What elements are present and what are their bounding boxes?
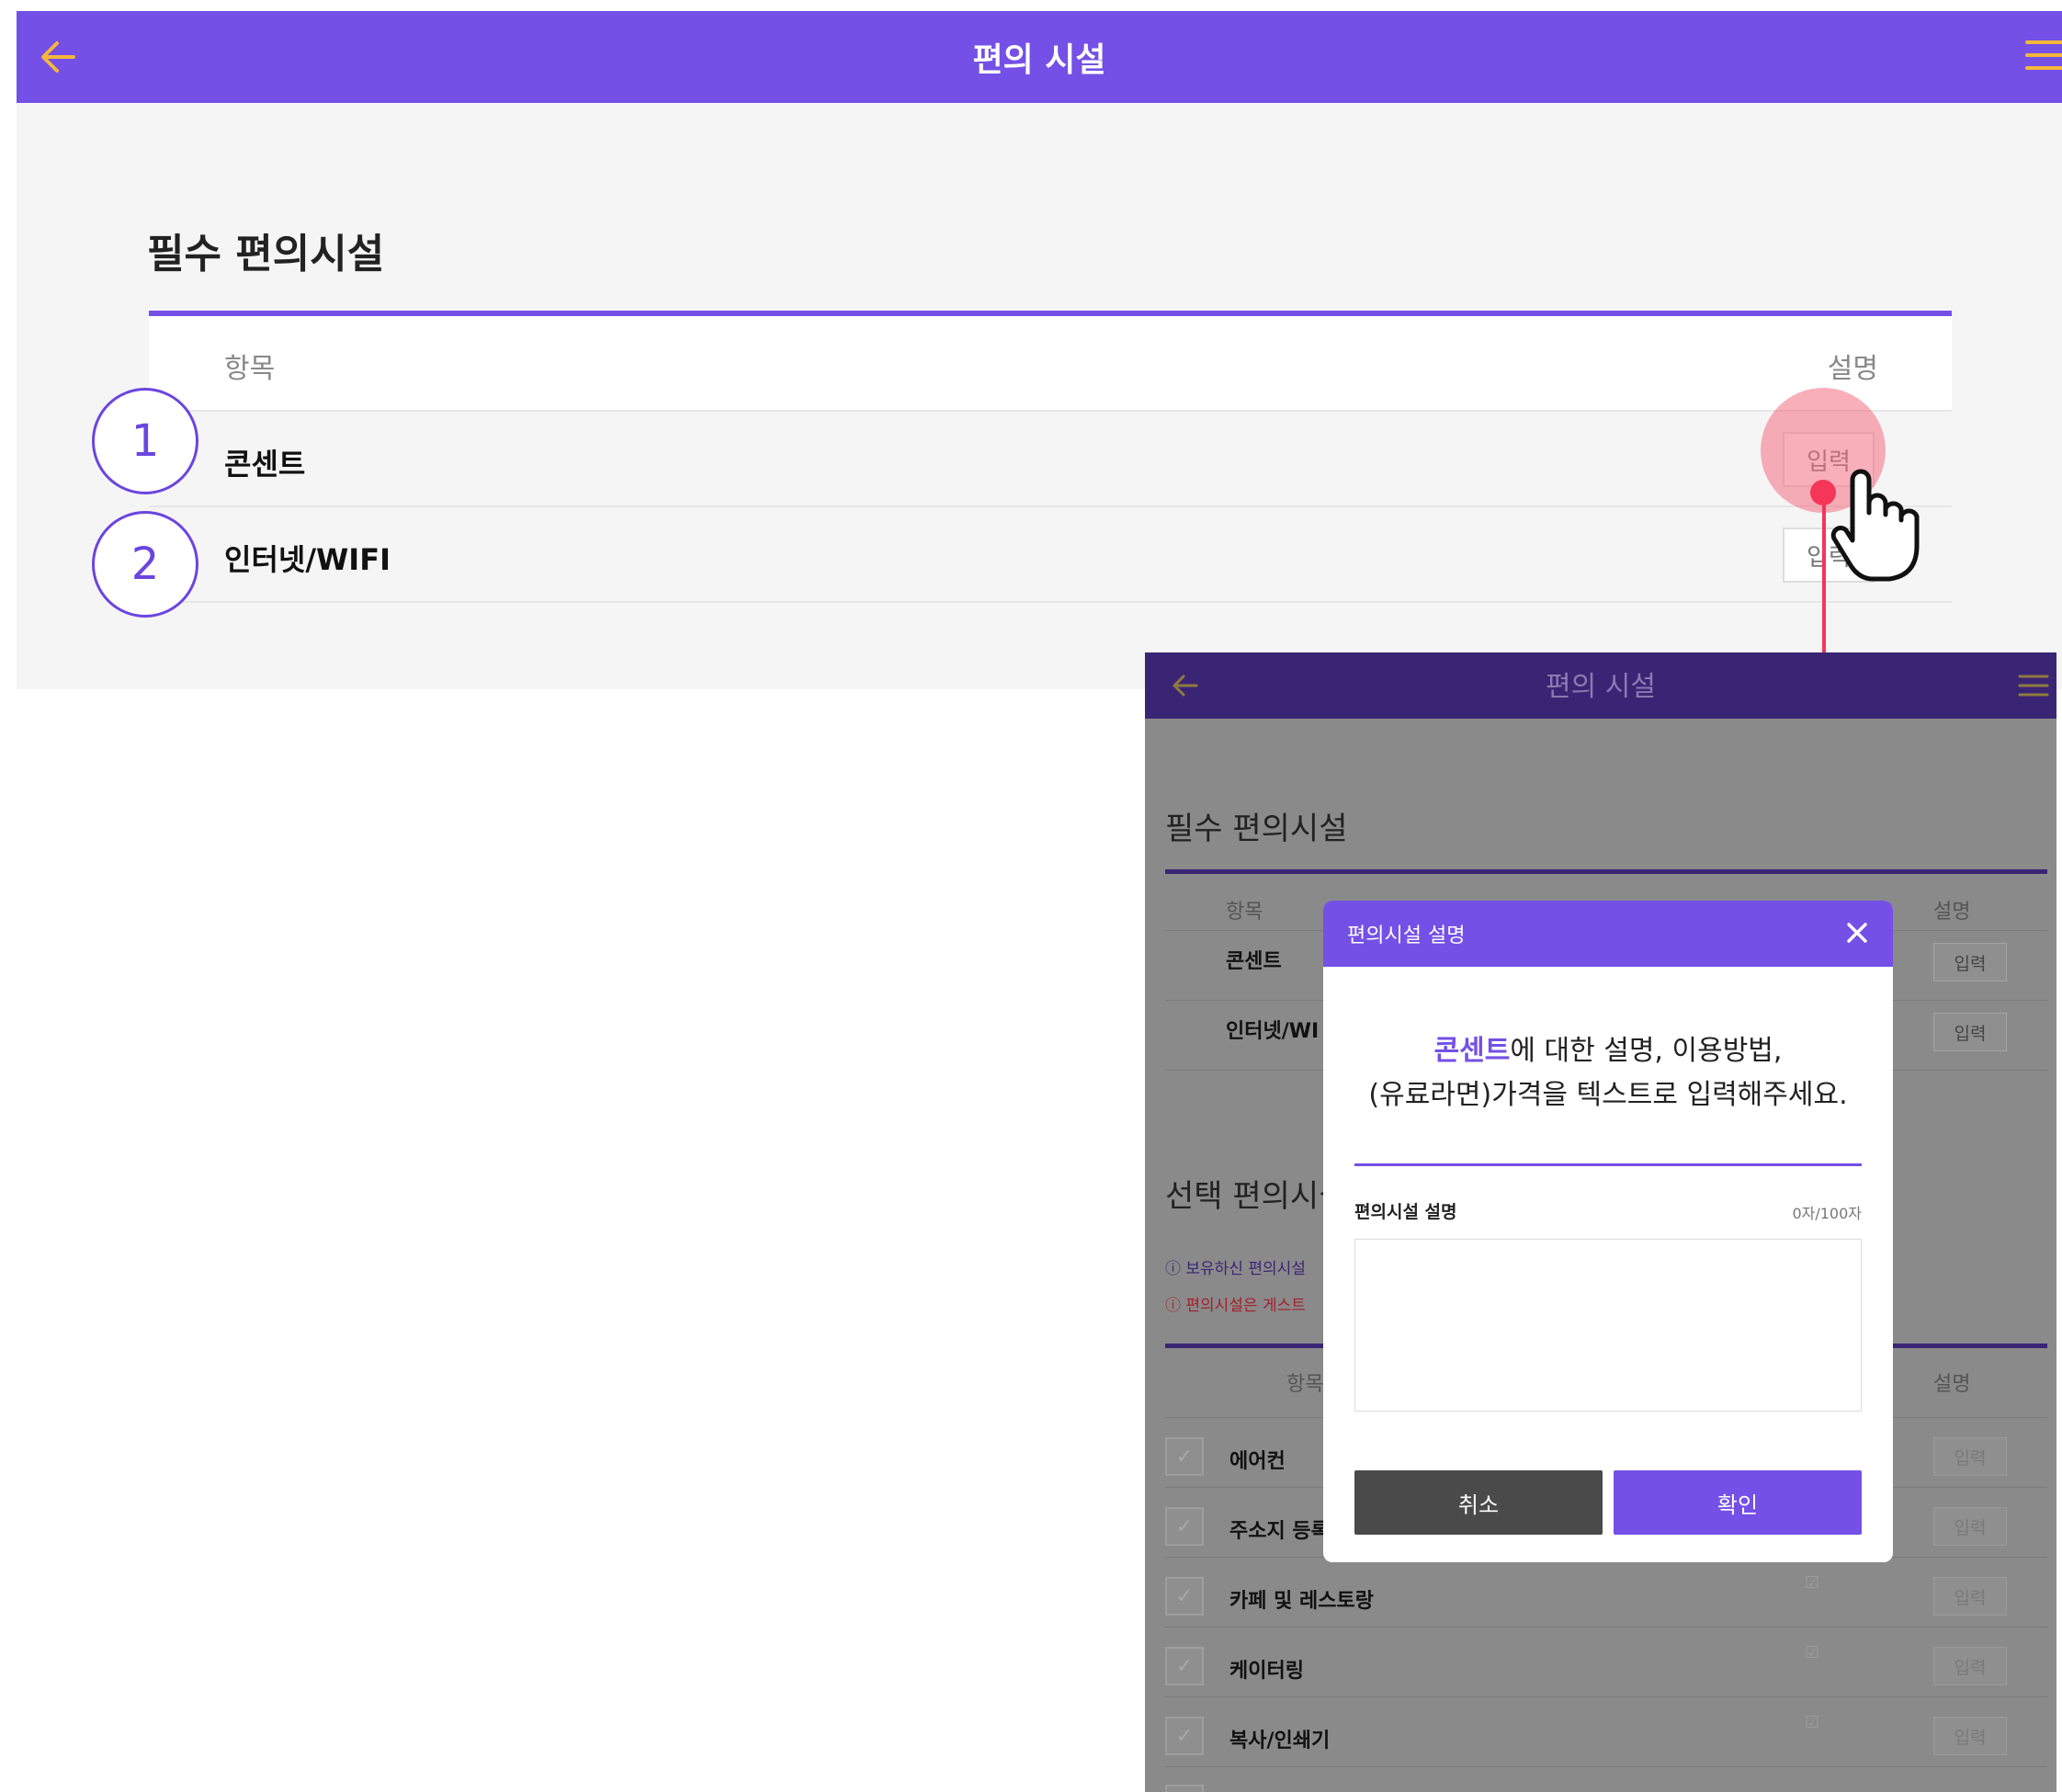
checkbox[interactable]: ✓ bbox=[1165, 1577, 1204, 1616]
amenity-name: 카페 및 레스토랑 bbox=[1229, 1590, 1374, 1613]
input-button[interactable]: 입력 bbox=[1933, 1717, 2007, 1755]
modal-header: 편의시설 설명 bbox=[1323, 901, 1893, 967]
checkbox[interactable]: ✓ bbox=[1165, 1437, 1204, 1476]
input-button[interactable]: 입력 bbox=[1933, 1437, 2007, 1476]
amenity-name: 주소지 등록 bbox=[1229, 1520, 1330, 1543]
column-header-item: 항목 bbox=[224, 353, 276, 385]
info-note: ⓘ 보유하신 편의시설 bbox=[1165, 1260, 1306, 1278]
hamburger-menu-icon[interactable] bbox=[2014, 667, 2051, 704]
char-counter: 0자/100자 bbox=[1792, 1205, 1862, 1222]
column-header-item: 항목 bbox=[1226, 901, 1263, 924]
column-header-description: 설명 bbox=[1827, 353, 1878, 385]
amenity-name: 인터넷/WI bbox=[1226, 1020, 1320, 1043]
checkbox[interactable] bbox=[1165, 1785, 1204, 1792]
description-textarea[interactable] bbox=[1354, 1239, 1862, 1412]
row-divider bbox=[1165, 1696, 2047, 1697]
column-header-item: 항목 bbox=[1286, 1373, 1324, 1396]
highlighted-amenity: 콘센트 bbox=[1433, 1035, 1511, 1067]
amenity-name: 에어컨 bbox=[1229, 1450, 1286, 1473]
column-header-description: 설명 bbox=[1933, 901, 1971, 924]
check-icon: ☑ bbox=[1805, 1643, 1820, 1662]
page-title: 편의 시설 bbox=[1546, 671, 1656, 703]
table-header: 항목 설명 bbox=[149, 316, 1952, 412]
checkbox[interactable]: ✓ bbox=[1165, 1647, 1204, 1685]
check-icon: ☑ bbox=[1805, 1713, 1820, 1732]
field-label: 편의시설 설명 bbox=[1354, 1202, 1457, 1222]
modal-divider bbox=[1354, 1163, 1862, 1166]
row-divider bbox=[1165, 1766, 2047, 1767]
hand-pointer-icon bbox=[1830, 469, 1920, 582]
required-amenities-table: 항목 설명 콘센트 입력 인터넷/WIFI 입력 bbox=[149, 311, 1952, 603]
confirm-button[interactable]: 확인 bbox=[1614, 1470, 1862, 1535]
modal-instructions: 콘센트에 대한 설명, 이용방법, (유료라면)가격을 텍스트로 입력해주세요. bbox=[1368, 1035, 1848, 1111]
main-screen: 편의 시설 필수 편의시설 항목 설명 콘센트 입력 인터넷/WIFI 입력 bbox=[17, 11, 2062, 689]
close-icon[interactable] bbox=[1841, 917, 1873, 948]
checkbox[interactable]: ✓ bbox=[1165, 1717, 1204, 1755]
step-number-badge: 1 bbox=[92, 388, 198, 494]
section-title-optional: 선택 편의시설 bbox=[1165, 1178, 1348, 1215]
checkbox[interactable]: ✓ bbox=[1165, 1507, 1204, 1546]
input-button[interactable]: 입력 bbox=[1933, 1577, 2007, 1616]
amenity-name: 케이터링 bbox=[1229, 1660, 1304, 1683]
column-header-description: 설명 bbox=[1933, 1373, 1971, 1396]
warning-icon: ⓘ bbox=[1165, 1297, 1181, 1315]
input-button[interactable]: 입력 bbox=[1933, 943, 2007, 981]
page-title: 편의 시설 bbox=[972, 41, 1106, 79]
amenity-name: 인터넷/WIFI bbox=[224, 542, 391, 577]
amenity-name: 콘센트 bbox=[224, 447, 306, 482]
dimmed-app-header: 편의 시설 bbox=[1145, 652, 2056, 719]
amenity-name: 콘센트 bbox=[1226, 950, 1282, 973]
table-row: 콘센트 입력 bbox=[149, 412, 1952, 507]
warning-note: ⓘ 편의시설은 게스트 bbox=[1165, 1297, 1306, 1315]
row-divider bbox=[1165, 1627, 2047, 1628]
table-top-divider bbox=[1165, 869, 2047, 874]
table-row: 인터넷/WIFI 입력 bbox=[149, 507, 1952, 603]
check-icon: ☑ bbox=[1805, 1573, 1820, 1593]
input-button[interactable]: 입력 bbox=[1933, 1013, 2007, 1051]
cancel-button[interactable]: 취소 bbox=[1354, 1470, 1603, 1535]
modal-title: 편의시설 설명 bbox=[1347, 924, 1466, 947]
input-button[interactable]: 입력 bbox=[1933, 1507, 2007, 1546]
app-header: 편의 시설 bbox=[17, 11, 2062, 103]
amenity-name: 복사/인쇄기 bbox=[1229, 1730, 1331, 1752]
step-number-badge: 2 bbox=[92, 511, 198, 618]
section-title-required: 필수 편의시설 bbox=[147, 231, 385, 278]
hamburger-menu-icon[interactable] bbox=[2020, 29, 2062, 81]
info-icon: ⓘ bbox=[1165, 1260, 1181, 1278]
amenity-description-modal: 편의시설 설명 콘센트에 대한 설명, 이용방법, (유료라면)가격을 텍스트로… bbox=[1323, 901, 1893, 1562]
input-button[interactable]: 입력 bbox=[1933, 1647, 2007, 1685]
section-title-required: 필수 편의시설 bbox=[1165, 811, 1348, 847]
